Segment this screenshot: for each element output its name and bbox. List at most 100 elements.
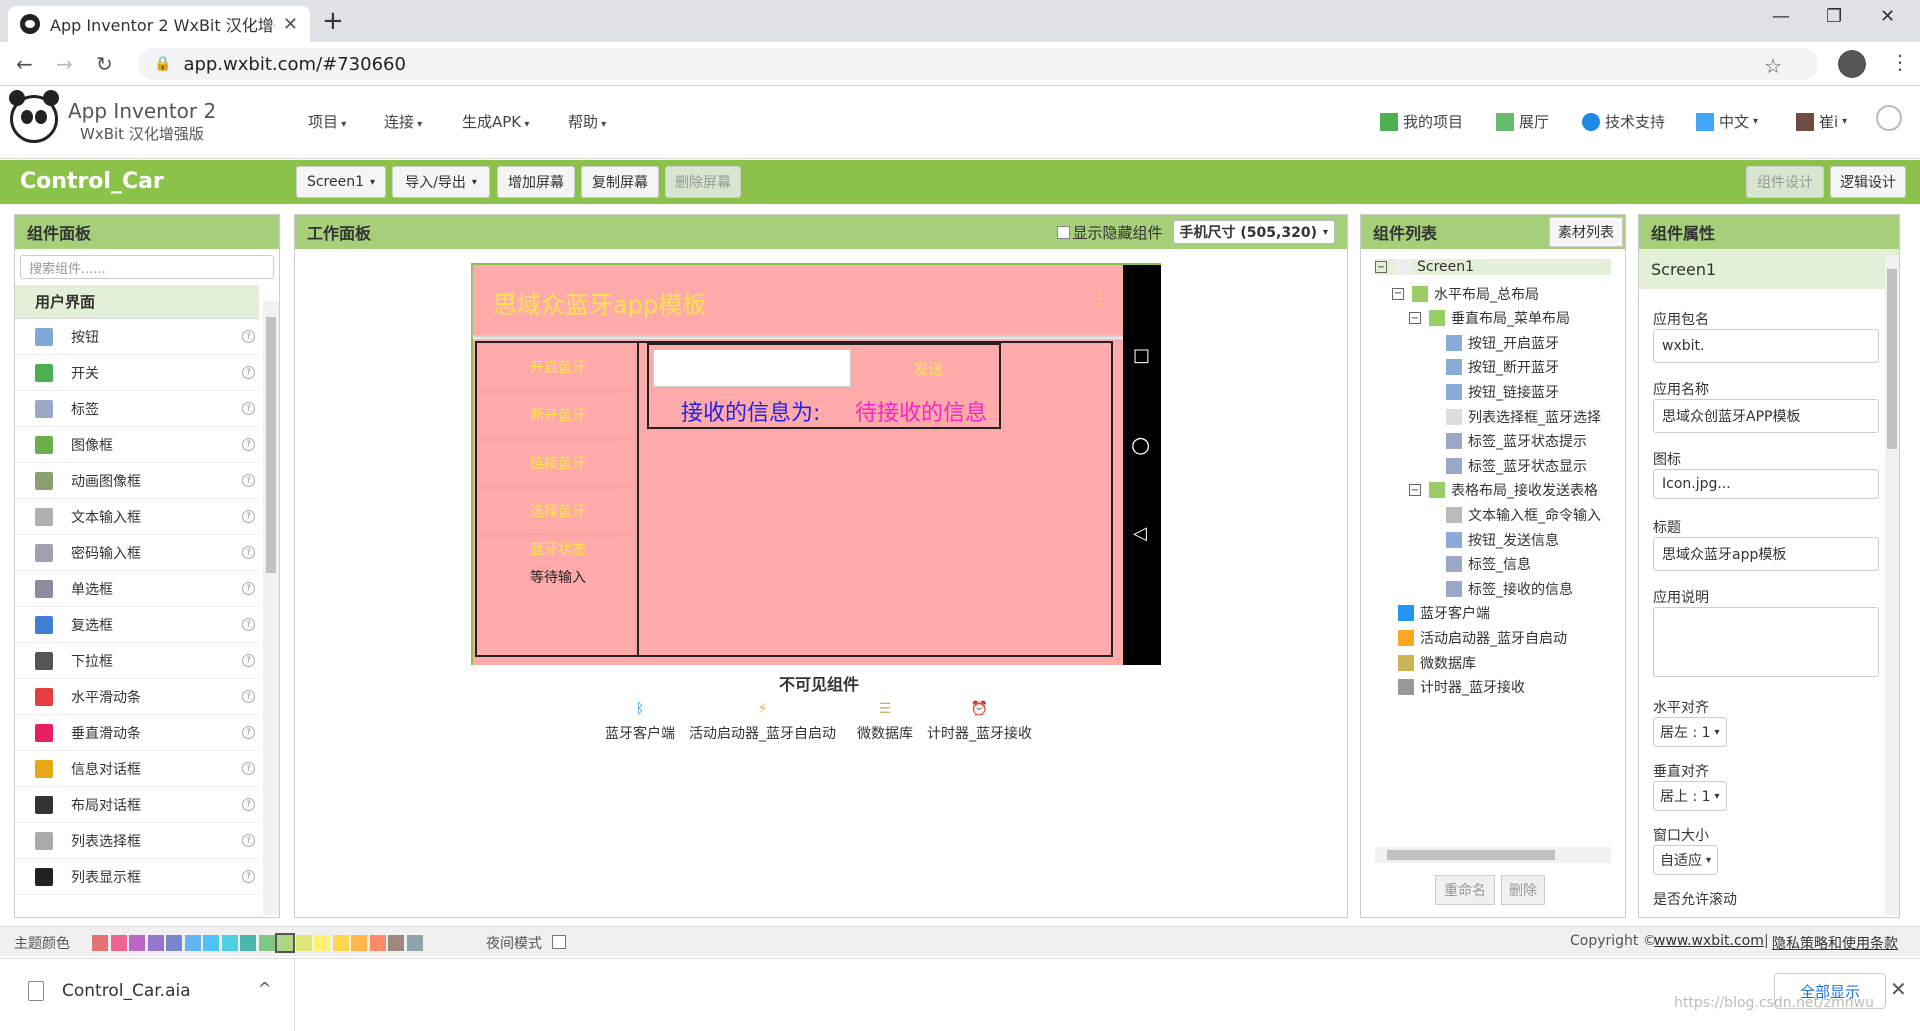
palette-item[interactable]: 信息对话框? [15, 751, 259, 787]
help-icon[interactable]: ? [242, 870, 255, 883]
tree-node[interactable]: − 水平布局_总布局 [1392, 284, 1611, 304]
tree-node[interactable]: − Screen1 [1375, 259, 1611, 275]
tree-node[interactable]: 标签_蓝牙状态显示 [1446, 456, 1611, 476]
theme-color-swatch[interactable] [147, 935, 164, 951]
bt-status-label[interactable]: 蓝牙状态 [479, 535, 637, 563]
palette-item[interactable]: 动画图像框? [15, 463, 259, 499]
props-scrollbar[interactable] [1885, 255, 1899, 915]
tree-node[interactable]: − 表格布局_接收发送表格 [1409, 480, 1611, 500]
tree-node[interactable]: 标签_信息 [1446, 554, 1611, 574]
theme-color-swatch[interactable] [258, 935, 275, 951]
browser-tab[interactable]: App Inventor 2 WxBit 汉化增强 ✕ [8, 6, 310, 42]
tree-node[interactable]: 按钮_断开蓝牙 [1446, 357, 1611, 377]
menu-project[interactable]: 项目 [308, 111, 346, 132]
theme-color-swatch[interactable] [332, 935, 349, 951]
select-bt-picker[interactable]: 选择蓝牙 [479, 487, 637, 535]
site-link[interactable]: www.wxbit.com [1654, 933, 1764, 949]
invisible-activity-starter[interactable]: ⚡ 活动启动器_蓝牙自启动 [689, 701, 836, 743]
help-icon[interactable]: ? [242, 438, 255, 451]
invisible-clock[interactable]: ⏰ 计时器_蓝牙接收 [927, 701, 1032, 743]
theme-color-swatch[interactable] [275, 933, 295, 953]
tree-node[interactable]: 微数据库 [1398, 653, 1611, 673]
copy-screen-button[interactable]: 复制屏幕 [581, 166, 659, 198]
bookmark-star-icon[interactable]: ☆ [1764, 54, 1782, 78]
link-bt-button[interactable]: 链接蓝牙 [479, 439, 637, 487]
forward-icon[interactable]: → [56, 52, 73, 76]
help-icon[interactable]: ? [242, 834, 255, 847]
category-user-interface[interactable]: 用户界面 [15, 285, 259, 319]
screen-body[interactable]: 开启蓝牙 断开蓝牙 链接蓝牙 选择蓝牙 蓝牙状态 等待输入 发送 接收的信息为:… [473, 339, 1123, 665]
my-projects-link[interactable]: 我的项目 [1380, 111, 1463, 132]
desc-textarea[interactable] [1653, 607, 1879, 677]
import-export-button[interactable]: 导入/导出 ▾ [392, 166, 490, 198]
tree-node[interactable]: 计时器_蓝牙接收 [1398, 677, 1611, 697]
reload-icon[interactable]: ↻ [96, 52, 113, 76]
help-icon[interactable]: ? [242, 798, 255, 811]
help-icon[interactable]: ? [242, 654, 255, 667]
theme-color-swatch[interactable] [166, 935, 182, 951]
theme-color-swatch[interactable] [351, 935, 367, 951]
menu-help[interactable]: 帮助 [568, 111, 606, 132]
privacy-link[interactable]: 隐私策略和使用条款 [1772, 933, 1898, 953]
theme-color-swatch[interactable] [295, 935, 312, 951]
theme-color-swatch[interactable] [240, 935, 256, 951]
delete-button[interactable]: 删除 [1501, 875, 1545, 905]
maximize-icon[interactable]: ❐ [1826, 6, 1842, 27]
pkg-input[interactable]: wxbit. [1653, 329, 1879, 363]
palette-item[interactable]: 标签? [15, 391, 259, 427]
show-all-button[interactable]: 全部显示 [1774, 973, 1886, 1009]
help-icon[interactable]: ? [242, 618, 255, 631]
theme-color-swatch[interactable] [221, 935, 238, 951]
title-input[interactable]: 思域众蓝牙app模板 [1653, 537, 1879, 571]
support-link[interactable]: 技术支持 [1582, 111, 1665, 132]
tree-node[interactable]: 文本输入框_命令输入 [1446, 505, 1611, 525]
tree-node[interactable]: 按钮_开启蓝牙 [1446, 333, 1611, 353]
palette-item[interactable]: 布局对话框? [15, 787, 259, 823]
palette-item[interactable]: 开关? [15, 355, 259, 391]
appname-input[interactable]: 思域众创蓝牙APP模板 [1653, 399, 1879, 433]
help-icon[interactable]: ? [242, 510, 255, 523]
tree-node[interactable]: 活动启动器_蓝牙自启动 [1398, 628, 1611, 648]
halign-select[interactable]: 居左 : 1 [1653, 717, 1727, 747]
collapse-toggle-icon[interactable]: − [1375, 261, 1387, 273]
send-button[interactable]: 发送 [863, 349, 993, 387]
palette-scrollbar[interactable] [263, 301, 279, 915]
palette-item[interactable]: 下拉框? [15, 643, 259, 679]
browser-menu-icon[interactable]: ⋮ [1890, 50, 1910, 74]
palette-item[interactable]: 水平滑动条? [15, 679, 259, 715]
add-screen-button[interactable]: 增加屏幕 [497, 166, 575, 198]
theme-color-swatch[interactable] [110, 935, 127, 951]
menu-connect[interactable]: 连接 [384, 111, 422, 132]
url-input[interactable]: 🔒 app.wxbit.com/#730660 ☆ [138, 48, 1818, 80]
help-icon[interactable]: ? [242, 726, 255, 739]
help-icon[interactable]: ? [242, 366, 255, 379]
delete-screen-button[interactable]: 删除屏幕 [665, 166, 741, 198]
palette-item[interactable]: 复选框? [15, 607, 259, 643]
theme-color-swatch[interactable] [314, 935, 330, 951]
icon-input[interactable]: Icon.jpg... [1653, 469, 1879, 499]
help-icon[interactable]: ? [242, 690, 255, 703]
close-bt-button[interactable]: 断开蓝牙 [479, 391, 637, 439]
size-select[interactable]: 自适应 [1653, 845, 1719, 875]
collapse-toggle-icon[interactable]: − [1409, 312, 1421, 325]
help-icon[interactable]: ? [242, 402, 255, 415]
vip-badge-icon[interactable] [1876, 105, 1902, 131]
help-icon[interactable]: ? [242, 330, 255, 343]
theme-color-swatch[interactable] [203, 935, 219, 951]
tree-node[interactable]: 标签_蓝牙状态提示 [1446, 431, 1611, 451]
phone-size-select[interactable]: 手机尺寸 (505,320) ▾ [1172, 220, 1335, 244]
blocks-button[interactable]: 逻辑设计 [1830, 166, 1906, 198]
vertical-layout[interactable]: 开启蓝牙 断开蓝牙 链接蓝牙 选择蓝牙 蓝牙状态 等待输入 [479, 343, 639, 655]
command-input[interactable] [653, 349, 851, 387]
language-menu[interactable]: 中文 ▾ [1696, 111, 1758, 132]
theme-color-swatch[interactable] [129, 935, 145, 951]
palette-item[interactable]: 按钮? [15, 319, 259, 355]
screen-select[interactable]: Screen1 ▾ [296, 166, 386, 198]
gallery-link[interactable]: 展厅 [1496, 111, 1549, 132]
tree-node[interactable]: − 垂直布局_菜单布局 [1409, 308, 1611, 328]
tree-node[interactable]: 标签_接收的信息 [1446, 579, 1611, 599]
palette-item[interactable]: 列表显示框? [15, 859, 259, 895]
invisible-tinydb[interactable]: ☰ 微数据库 [857, 701, 913, 743]
tree-node[interactable]: 按钮_链接蓝牙 [1446, 382, 1611, 402]
palette-item[interactable]: 列表选择框? [15, 823, 259, 859]
